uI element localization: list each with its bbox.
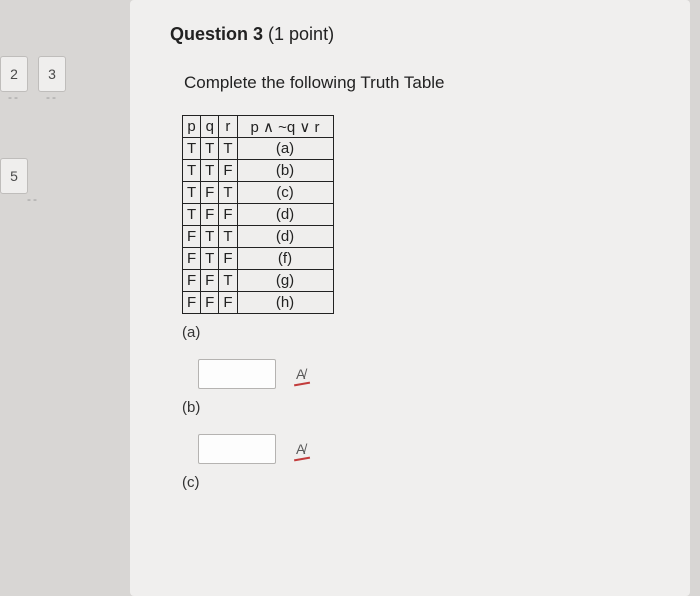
cell-val: (d) [237,204,333,226]
nav-dashes: -- [0,90,28,104]
answer-label-c: (c) [182,474,590,491]
nav-question-5[interactable]: 5 [0,158,28,194]
cell-p: F [183,226,201,248]
table-row: F T F (f) [183,248,334,270]
question-points: (1 point) [268,24,334,44]
cell-p: F [183,248,201,270]
cell-q: F [201,292,219,314]
question-content: Question 3 (1 point) Complete the follow… [170,24,590,509]
format-icon[interactable]: A̸ [296,441,305,457]
cell-p: F [183,292,201,314]
cell-p: T [183,160,201,182]
header-expr: p ∧ ~q ∨ r [237,116,333,138]
cell-val: (h) [237,292,333,314]
question-title: Question 3 (1 point) [170,24,590,45]
cell-r: F [219,160,237,182]
cell-r: T [219,182,237,204]
cell-r: T [219,226,237,248]
cell-q: T [201,226,219,248]
cell-val: (a) [237,138,333,160]
cell-q: T [201,160,219,182]
header-r: r [219,116,237,138]
answer-label-a: (a) [182,324,590,341]
cell-q: T [201,138,219,160]
cell-q: T [201,248,219,270]
cell-val: (c) [237,182,333,204]
cell-r: F [219,204,237,226]
cell-r: F [219,248,237,270]
answer-input-a[interactable] [198,359,276,389]
table-row: T F F (d) [183,204,334,226]
nav-dashes: -- [0,192,66,206]
cell-p: F [183,270,201,292]
nav-dashes: -- [38,90,66,104]
table-row: T F T (c) [183,182,334,204]
question-nav: 2 -- 3 -- 5 -- [0,56,66,206]
answer-section: (a) A̸ (b) A̸ (c) [182,324,590,491]
cell-p: T [183,182,201,204]
format-icon[interactable]: A̸ [296,366,305,382]
table-header-row: p q r p ∧ ~q ∨ r [183,116,334,138]
table-row: F F F (h) [183,292,334,314]
cell-r: T [219,138,237,160]
answer-input-b[interactable] [198,434,276,464]
cell-r: T [219,270,237,292]
header-q: q [201,116,219,138]
cell-val: (b) [237,160,333,182]
cell-p: T [183,138,201,160]
cell-val: (d) [237,226,333,248]
cell-p: T [183,204,201,226]
nav-question-3[interactable]: 3 [38,56,66,92]
question-instruction: Complete the following Truth Table [184,73,590,93]
table-row: T T T (a) [183,138,334,160]
nav-question-2[interactable]: 2 [0,56,28,92]
cell-r: F [219,292,237,314]
table-row: T T F (b) [183,160,334,182]
truth-table: p q r p ∧ ~q ∨ r T T T (a) T T F (b) T F [182,115,334,314]
header-p: p [183,116,201,138]
table-row: F T T (d) [183,226,334,248]
cell-q: F [201,270,219,292]
answer-label-b: (b) [182,399,590,416]
cell-val: (f) [237,248,333,270]
cell-val: (g) [237,270,333,292]
cell-q: F [201,204,219,226]
cell-q: F [201,182,219,204]
table-row: F F T (g) [183,270,334,292]
question-label: Question 3 [170,24,263,44]
